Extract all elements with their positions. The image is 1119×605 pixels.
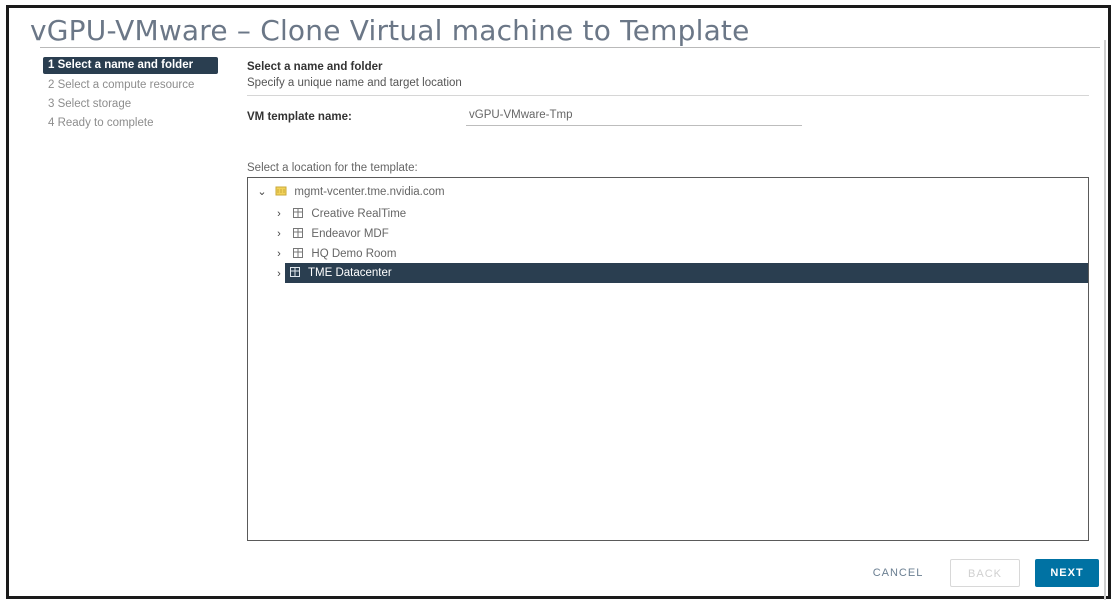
section-heading: Select a name and folder [247, 61, 383, 73]
section-divider [247, 95, 1089, 96]
back-button[interactable]: BACK [950, 559, 1020, 587]
next-button[interactable]: NEXT [1035, 559, 1099, 587]
step-select-compute-resource: 2 Select a compute resource [48, 79, 195, 91]
tree-item-label: Creative RealTime [311, 208, 407, 220]
datacenter-icon [293, 208, 304, 218]
datacenter-icon [290, 267, 300, 277]
tree-item-label: HQ Demo Room [311, 248, 397, 260]
chevron-right-icon[interactable]: › [273, 224, 285, 244]
template-name-label: VM template name: [247, 111, 352, 123]
vcenter-icon [275, 186, 287, 196]
dialog-title: vGPU-VMware – Clone Virtual machine to T… [30, 14, 750, 47]
title-divider [40, 47, 1100, 48]
cancel-button[interactable]: CANCEL [866, 559, 930, 587]
tree-item-endeavor-mdf[interactable]: › Endeavor MDF [273, 224, 389, 244]
step-ready-to-complete: 4 Ready to complete [48, 117, 154, 129]
tree-root-vcenter[interactable]: ⌄ mgmt-vcenter.tme.nvidia.com [256, 182, 445, 202]
step-select-storage: 3 Select storage [48, 98, 132, 110]
tree-item-label: TME Datacenter [308, 267, 392, 279]
tree-root-label: mgmt-vcenter.tme.nvidia.com [294, 186, 445, 198]
template-name-input[interactable] [466, 104, 802, 126]
datacenter-icon [293, 228, 304, 238]
step-select-name-folder[interactable]: 1 Select a name and folder [43, 57, 218, 74]
section-subheading: Specify a unique name and target locatio… [247, 77, 462, 89]
dialog-edge [1104, 40, 1106, 600]
location-label: Select a location for the template: [247, 162, 418, 174]
tree-item-creative-realtime[interactable]: › Creative RealTime [273, 204, 406, 224]
chevron-right-icon[interactable]: › [273, 244, 285, 264]
tree-item-label: Endeavor MDF [311, 228, 389, 240]
location-tree[interactable]: ⌄ mgmt-vcenter.tme.nvidia.com › Creative… [247, 177, 1089, 541]
chevron-right-icon[interactable]: › [273, 204, 285, 224]
tree-item-hq-demo-room[interactable]: › HQ Demo Room [273, 244, 396, 264]
chevron-down-icon[interactable]: ⌄ [256, 182, 268, 202]
tree-item-tme-datacenter[interactable]: TME Datacenter [285, 263, 1088, 283]
chevron-right-icon[interactable]: › [273, 264, 285, 284]
wizard-steps: 1 Select a name and folder 2 Select a co… [43, 57, 233, 133]
datacenter-icon [293, 248, 304, 258]
